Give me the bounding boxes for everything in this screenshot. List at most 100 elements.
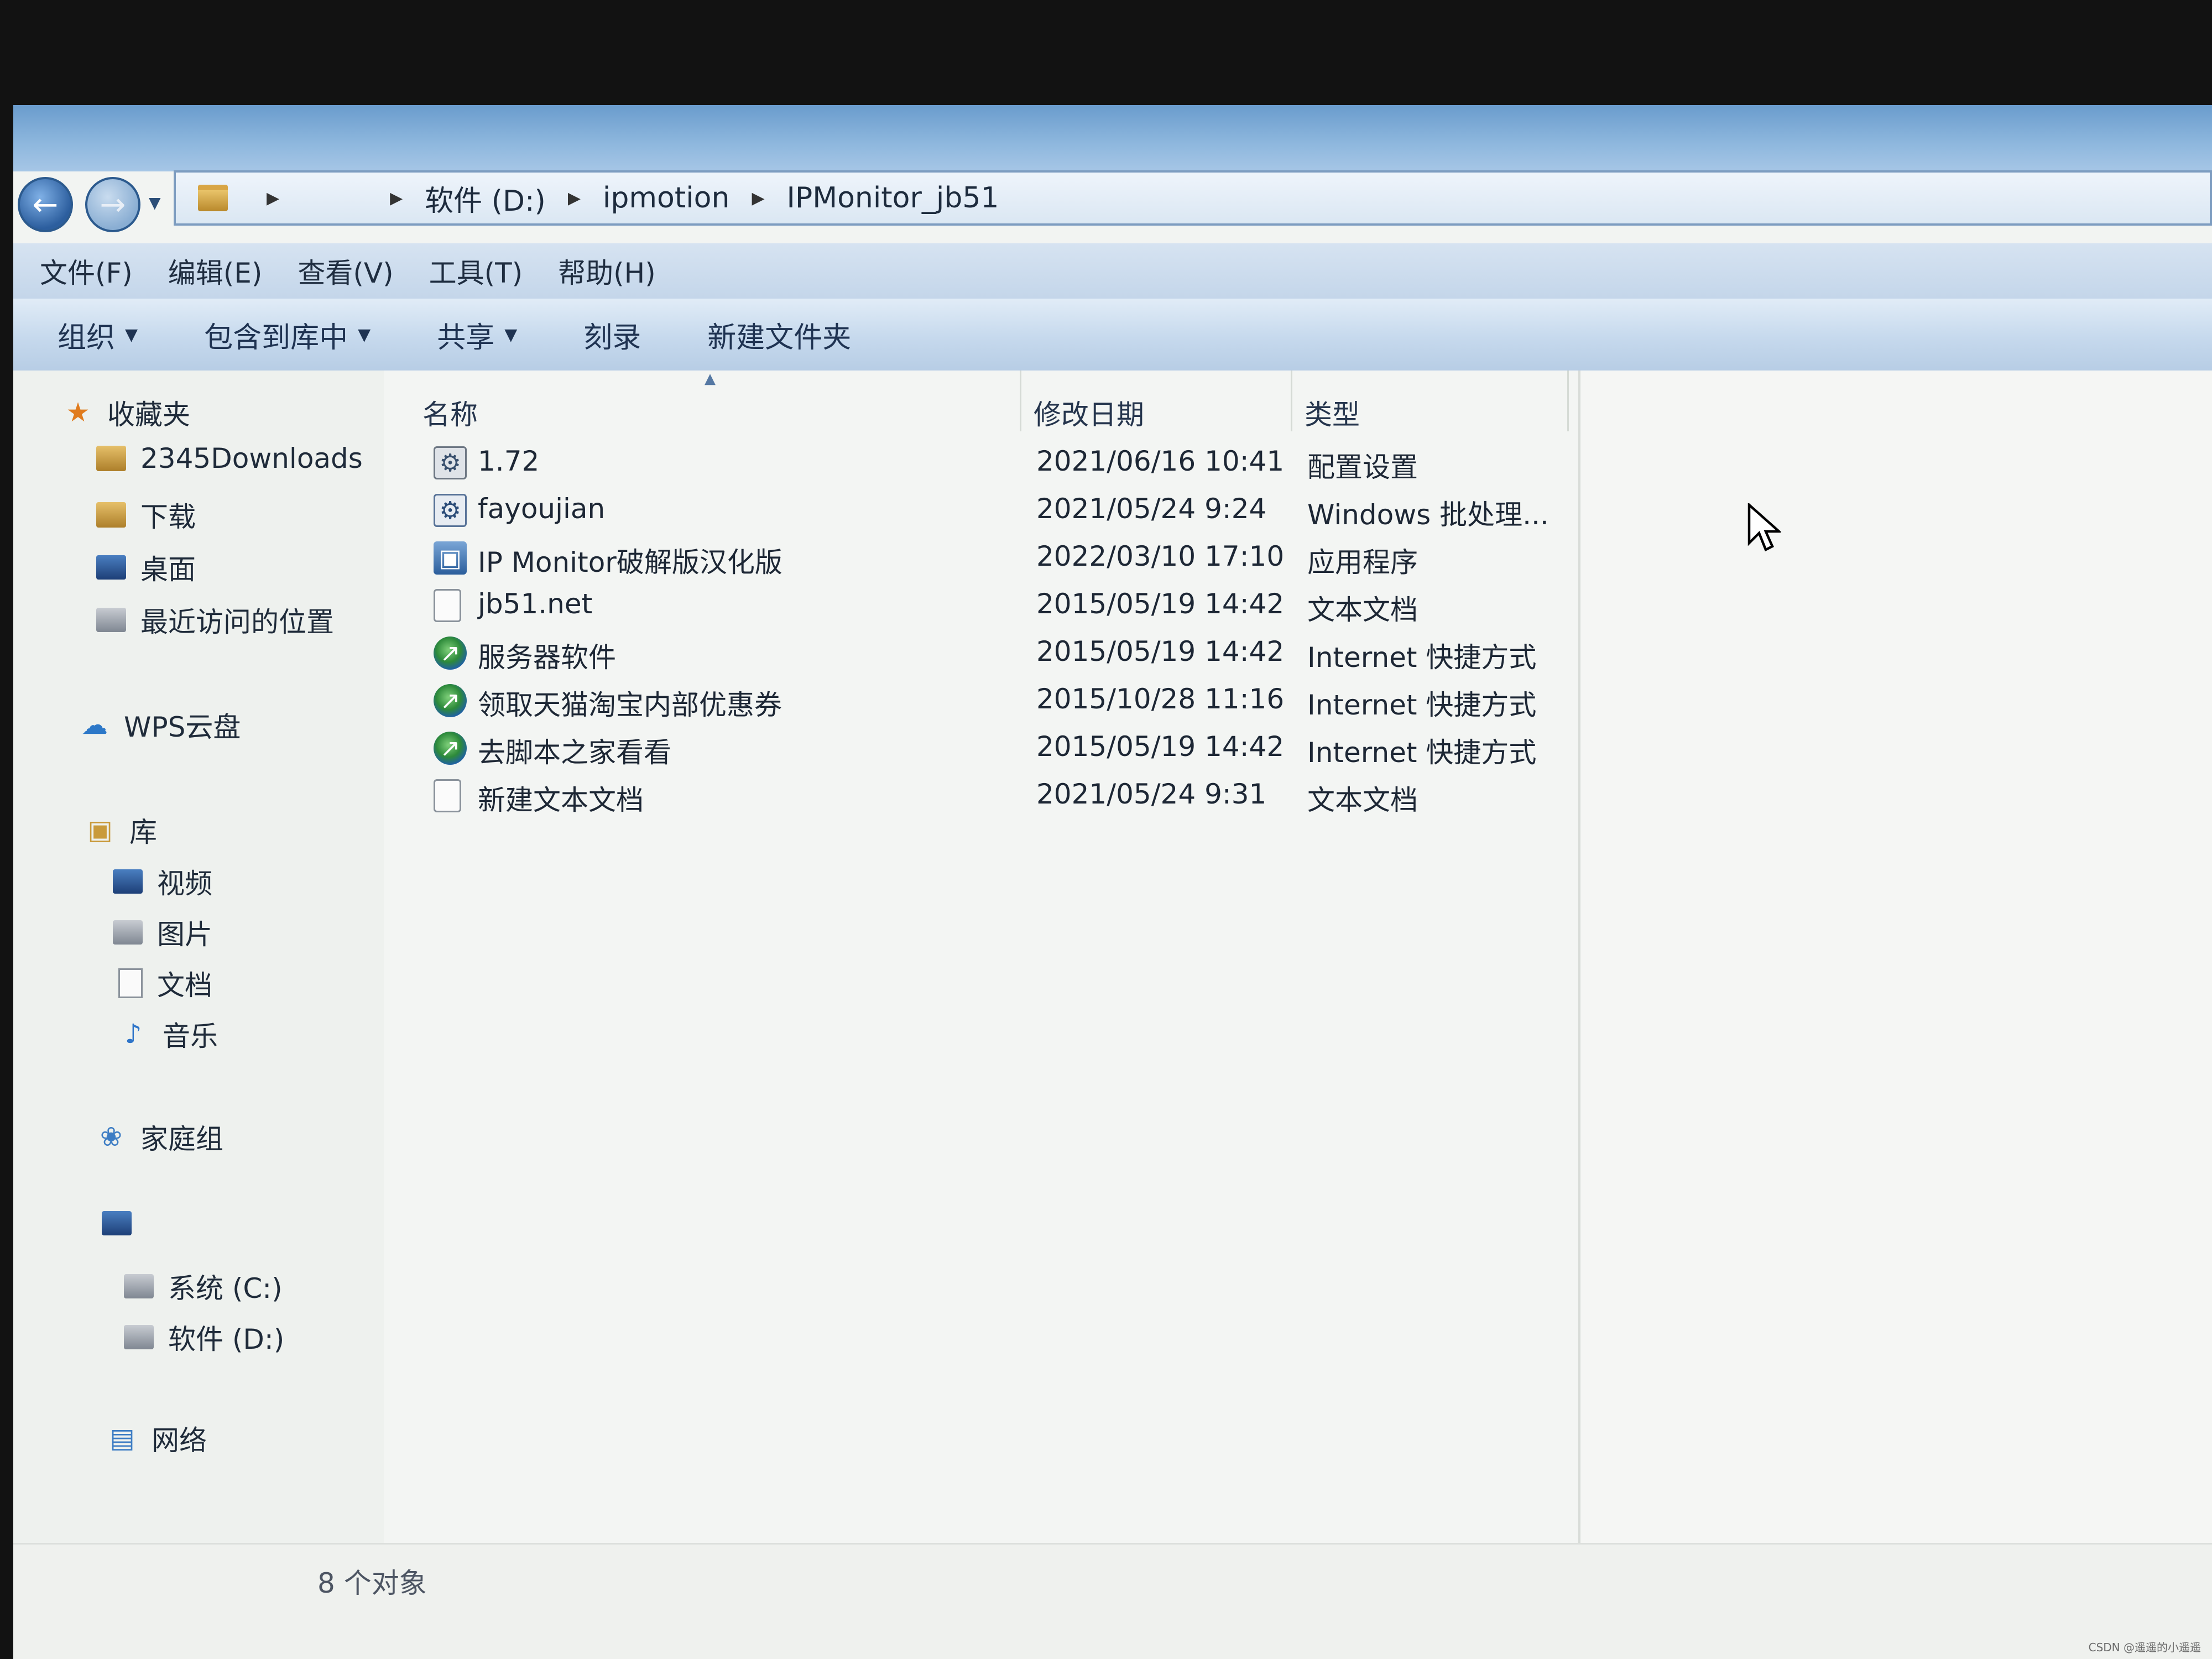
address-bar[interactable]: ▶ ▶ 软件 (D:) ▶ ipmotion ▶ IPMonitor_jb51 [174,170,2212,226]
file-list: ▲ 名称 修改日期 类型 ⚙ 1.72 2021/06/16 10:41 配置设… [384,371,1578,1659]
menu-file[interactable]: 文件(F) [40,251,133,291]
sidebar-item-downloads[interactable]: 下载 [96,495,196,535]
folder-icon [96,446,126,471]
title-bar [13,105,2212,171]
share-button[interactable]: 共享 ▼ [437,314,517,356]
breadcrumb-ipmotion[interactable]: ipmotion [603,181,730,215]
internet-shortcut-icon: ↗ [434,732,467,765]
sidebar-drive-c[interactable]: 系统 (C:) [124,1266,283,1306]
sidebar-item-music[interactable]: ♪ 音乐 [118,1014,218,1054]
menu-edit[interactable]: 编辑(E) [168,251,263,291]
watermark: CSDN @遥遥的小遥遥 [2088,1641,2201,1654]
application-icon: ▣ [434,541,467,575]
sidebar-label: 系统 (C:) [168,1272,283,1305]
column-divider[interactable] [1291,371,1292,431]
chevron-right-icon[interactable]: ▶ [267,189,279,208]
file-name: 新建文本文档 [478,784,644,816]
column-divider[interactable] [1567,371,1569,431]
column-name[interactable]: 名称 [422,393,478,432]
sidebar-drive-d[interactable]: 软件 (D:) [124,1317,284,1357]
chevron-right-icon[interactable]: ▶ [568,189,581,208]
share-label: 共享 [437,321,495,354]
chevron-right-icon[interactable]: ▶ [752,189,764,208]
sidebar-item-pictures[interactable]: 图片 [113,912,212,952]
sidebar-network[interactable]: ▤ 网络 [107,1418,207,1458]
command-bar: 组织 ▼ 包含到库中 ▼ 共享 ▼ 刻录 新建文件夹 [13,299,2212,372]
file-name: 领取天猫淘宝内部优惠券 [478,689,782,721]
file-row[interactable]: ↗ 去脚本之家看看 2015/05/19 14:42 Internet 快捷方式 [384,725,1578,773]
star-icon: ★ [66,397,90,428]
menu-view[interactable]: 查看(V) [298,251,393,291]
organize-button[interactable]: 组织 ▼ [58,314,138,356]
file-row[interactable]: ▣ IP Monitor破解版汉化版 2022/03/10 17:10 应用程序 [384,535,1578,582]
include-in-library-label: 包含到库中 [204,321,348,354]
text-file-icon [434,779,461,812]
breadcrumb-current[interactable]: IPMonitor_jb51 [787,181,999,215]
column-type[interactable]: 类型 [1305,393,1360,432]
organize-label: 组织 [58,321,116,354]
recent-places-icon [96,608,126,632]
back-button[interactable]: ← [18,177,73,232]
menu-help[interactable]: 帮助(H) [558,251,656,291]
sidebar-favorites[interactable]: ★ 收藏夹 [63,393,190,432]
sidebar-item-documents[interactable]: 文档 [118,963,212,1003]
sidebar-label: 图片 [157,919,212,951]
file-row[interactable]: ⚙ fayoujian 2021/05/24 9:24 Windows 批处理.… [384,487,1578,535]
file-row[interactable]: jb51.net 2015/05/19 14:42 文本文档 [384,582,1578,630]
file-type: 文本文档 [1307,784,1418,816]
sidebar-label: 下载 [140,501,196,533]
file-row[interactable]: ↗ 服务器软件 2015/05/19 14:42 Internet 快捷方式 [384,630,1578,677]
file-name: 1.72 [478,445,540,477]
sidebar-item-desktop[interactable]: 桌面 [96,547,196,587]
downloads-folder-icon [96,502,126,528]
sidebar-label: 家庭组 [140,1123,223,1155]
forward-button[interactable]: → [85,177,140,232]
burn-label: 刻录 [583,321,641,354]
sidebar-homegroup[interactable]: ❀ 家庭组 [96,1117,223,1157]
sidebar-label: 桌面 [140,554,196,586]
mouse-pointer-icon [1747,503,1781,552]
caret-down-icon: ▼ [125,325,138,345]
sidebar-label: 收藏夹 [107,399,190,431]
sidebar-item-recent-places[interactable]: 最近访问的位置 [96,600,334,640]
include-in-library-button[interactable]: 包含到库中 ▼ [204,314,371,356]
file-type: 文本文档 [1307,594,1418,626]
file-type: 配置设置 [1307,451,1418,483]
item-count: 8 个对象 [317,1567,427,1599]
file-modified: 2021/06/16 10:41 [1036,445,1285,477]
sidebar-computer[interactable] [102,1211,146,1235]
chevron-right-icon[interactable]: ▶ [390,189,403,208]
file-row[interactable]: 新建文本文档 2021/05/24 9:31 文本文档 [384,773,1578,820]
folder-icon [198,185,228,211]
menu-bar: 文件(F) 编辑(E) 查看(V) 工具(T) 帮助(H) [13,243,2212,299]
cloud-icon: ☁ [81,709,108,740]
burn-button[interactable]: 刻录 [583,314,641,356]
navigation-pane: ★ 收藏夹 2345Downloads 下载 桌面 最近访问的位置 ☁ WPS云… [13,371,385,1659]
sidebar-item-2345downloads[interactable]: 2345Downloads [96,442,363,474]
sort-ascending-icon: ▲ [705,371,716,387]
network-icon: ▤ [109,1423,135,1454]
sidebar-item-videos[interactable]: 视频 [113,862,212,901]
file-row[interactable]: ↗ 领取天猫淘宝内部优惠券 2015/10/28 11:16 Internet … [384,677,1578,725]
file-name: fayoujian [478,493,606,525]
recent-pages-dropdown-icon[interactable]: ▼ [149,194,161,212]
file-name: jb51.net [478,588,593,620]
new-folder-button[interactable]: 新建文件夹 [707,314,851,356]
arrow-right-icon: → [100,186,126,223]
file-row[interactable]: ⚙ 1.72 2021/06/16 10:41 配置设置 [384,440,1578,487]
sidebar-label: 最近访问的位置 [140,606,334,638]
sidebar-wps-cloud[interactable]: ☁ WPS云盘 [80,705,241,745]
sidebar-libraries[interactable]: ▣ 库 [85,810,157,850]
music-note-icon: ♪ [124,1019,142,1050]
menu-tools[interactable]: 工具(T) [429,251,523,291]
sidebar-label: 视频 [157,868,212,900]
drive-icon [124,1325,154,1349]
file-modified: 2015/10/28 11:16 [1036,683,1285,715]
file-type: Internet 快捷方式 [1307,737,1537,769]
file-type: Windows 批处理... [1307,499,1549,531]
batch-file-icon: ⚙ [434,494,467,527]
column-divider[interactable] [1020,371,1021,431]
column-modified[interactable]: 修改日期 [1034,393,1144,432]
breadcrumb-drive[interactable]: 软件 (D:) [425,178,546,219]
file-name: IP Monitor破解版汉化版 [478,546,782,578]
